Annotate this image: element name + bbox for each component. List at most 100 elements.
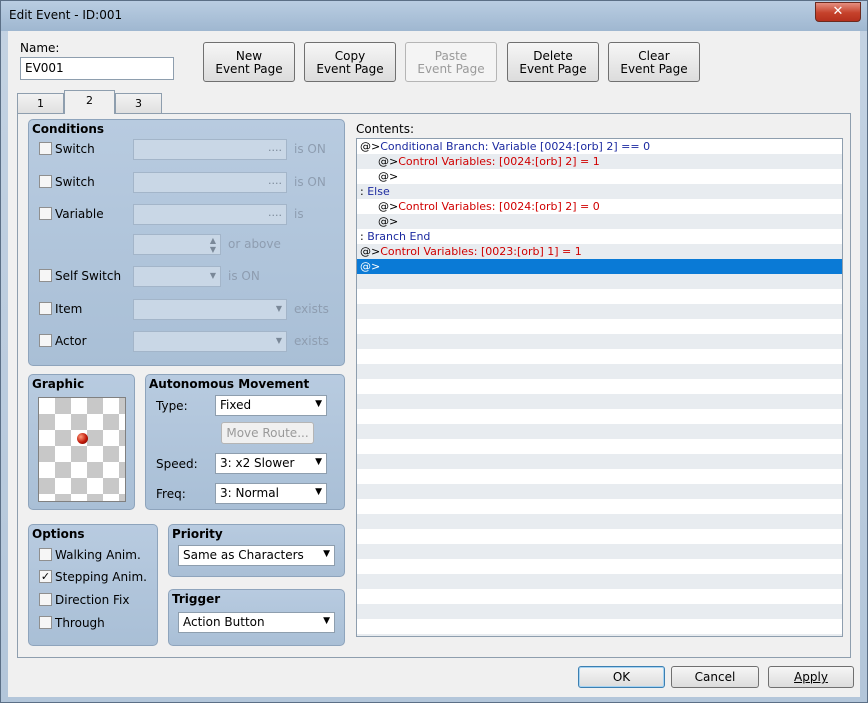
command-prefix: @>	[360, 245, 381, 258]
through-checkbox[interactable]	[39, 616, 52, 629]
empty-row[interactable]	[357, 544, 842, 559]
contents-list[interactable]: @>Conditional Branch: Variable [0024:[or…	[356, 138, 843, 637]
switch1-checkbox[interactable]	[39, 142, 52, 155]
command-row[interactable]: : Else	[357, 184, 842, 199]
self-switch-checkbox[interactable]	[39, 269, 52, 282]
empty-row[interactable]	[357, 349, 842, 364]
empty-row[interactable]	[357, 379, 842, 394]
empty-row[interactable]	[357, 319, 842, 334]
type-select[interactable]: Fixed ▼	[215, 395, 327, 416]
chevron-down-icon: ▼	[209, 271, 216, 280]
graphic-preview[interactable]	[38, 397, 126, 502]
empty-row[interactable]	[357, 274, 842, 289]
command-prefix: @>	[378, 200, 399, 213]
conditions-title: Conditions	[32, 122, 105, 136]
contents-label: Contents:	[356, 122, 415, 136]
command-text: Control Variables: [0024:[orb] 2] = 1	[398, 155, 600, 168]
switch1-label: Switch	[55, 142, 95, 156]
speed-select[interactable]: 3: x2 Slower ▼	[215, 453, 327, 474]
empty-row[interactable]	[357, 559, 842, 574]
switch2-suffix: is ON	[294, 175, 326, 189]
conditions-group: Conditions Switch .... is ON Switch ....…	[28, 119, 345, 366]
command-row[interactable]: @>Conditional Branch: Variable [0024:[or…	[357, 139, 842, 154]
tab-page-3[interactable]: 3	[115, 93, 162, 113]
tab-page-1[interactable]: 1	[17, 93, 64, 113]
empty-row[interactable]	[357, 364, 842, 379]
item-checkbox[interactable]	[39, 302, 52, 315]
self-switch-select[interactable]: ▼	[133, 266, 221, 287]
empty-row[interactable]	[357, 424, 842, 439]
empty-row[interactable]	[357, 409, 842, 424]
trigger-title: Trigger	[172, 592, 221, 606]
direction-fix-checkbox[interactable]	[39, 593, 52, 606]
empty-row[interactable]	[357, 589, 842, 604]
empty-row[interactable]	[357, 334, 842, 349]
close-icon[interactable]: ✕	[815, 2, 861, 22]
walking-anim-checkbox[interactable]	[39, 548, 52, 561]
empty-row[interactable]	[357, 304, 842, 319]
new-button-line2: Event Page	[215, 62, 283, 76]
empty-row[interactable]	[357, 439, 842, 454]
ok-button[interactable]: OK	[578, 666, 665, 688]
actor-checkbox[interactable]	[39, 334, 52, 347]
empty-row[interactable]	[357, 619, 842, 634]
stepping-anim-label: Stepping Anim.	[55, 570, 147, 584]
command-text: Else	[367, 185, 390, 198]
command-row[interactable]: @>Control Variables: [0024:[orb] 2] = 0	[357, 199, 842, 214]
command-prefix: @>	[378, 215, 399, 228]
freq-select[interactable]: 3: Normal ▼	[215, 483, 327, 504]
switch1-field[interactable]: ....	[133, 139, 287, 160]
cancel-button[interactable]: Cancel	[671, 666, 759, 688]
command-row[interactable]: @>Control Variables: [0023:[orb] 1] = 1	[357, 244, 842, 259]
variable-field[interactable]: ....	[133, 204, 287, 225]
variable-value-spinner[interactable]: ▲ ▼	[133, 234, 221, 255]
item-select[interactable]: ▼	[133, 299, 287, 320]
command-row[interactable]: @>	[357, 169, 842, 184]
name-input[interactable]: EV001	[20, 57, 174, 80]
command-row[interactable]: @>	[357, 214, 842, 229]
freq-value: 3: Normal	[220, 486, 279, 500]
spin-up-icon[interactable]: ▲	[210, 236, 216, 245]
command-row[interactable]: @>Control Variables: [0024:[orb] 2] = 1	[357, 154, 842, 169]
paste-event-page-button[interactable]: Paste Event Page	[405, 42, 497, 82]
empty-row[interactable]	[357, 454, 842, 469]
chevron-down-icon: ▼	[275, 336, 282, 345]
variable-label: Variable	[55, 207, 104, 221]
empty-row[interactable]	[357, 634, 842, 636]
empty-row[interactable]	[357, 289, 842, 304]
stepping-anim-checkbox[interactable]: ✓	[39, 570, 52, 583]
empty-row[interactable]	[357, 604, 842, 619]
item-suffix: exists	[294, 302, 329, 316]
options-group: Options Walking Anim. ✓ Stepping Anim. D…	[28, 524, 158, 646]
new-event-page-button[interactable]: New Event Page	[203, 42, 295, 82]
item-label: Item	[55, 302, 83, 316]
empty-row[interactable]	[357, 484, 842, 499]
variable-checkbox[interactable]	[39, 207, 52, 220]
empty-row[interactable]	[357, 529, 842, 544]
actor-select[interactable]: ▼	[133, 331, 287, 352]
empty-row[interactable]	[357, 499, 842, 514]
command-row[interactable]: : Branch End	[357, 229, 842, 244]
command-row[interactable]: @>	[357, 259, 842, 274]
name-label: Name:	[20, 41, 60, 55]
switch2-checkbox[interactable]	[39, 175, 52, 188]
clear-event-page-button[interactable]: Clear Event Page	[608, 42, 700, 82]
move-route-button[interactable]: Move Route...	[221, 422, 314, 444]
through-label: Through	[55, 616, 105, 630]
tab-page-2[interactable]: 2	[64, 90, 115, 114]
copy-event-page-button[interactable]: Copy Event Page	[304, 42, 396, 82]
apply-button[interactable]: Apply	[768, 666, 854, 688]
empty-row[interactable]	[357, 574, 842, 589]
switch2-field[interactable]: ....	[133, 172, 287, 193]
title-bar[interactable]: Edit Event - ID:001 ✕	[1, 1, 867, 31]
priority-select[interactable]: Same as Characters ▼	[178, 545, 335, 566]
edit-event-window: Edit Event - ID:001 ✕ Name: EV001 New Ev…	[0, 0, 868, 703]
delete-event-page-button[interactable]: Delete Event Page	[507, 42, 599, 82]
empty-row[interactable]	[357, 469, 842, 484]
command-text: Branch End	[367, 230, 431, 243]
empty-row[interactable]	[357, 394, 842, 409]
direction-fix-label: Direction Fix	[55, 593, 130, 607]
trigger-select[interactable]: Action Button ▼	[178, 612, 335, 633]
spin-down-icon[interactable]: ▼	[210, 245, 216, 254]
empty-row[interactable]	[357, 514, 842, 529]
